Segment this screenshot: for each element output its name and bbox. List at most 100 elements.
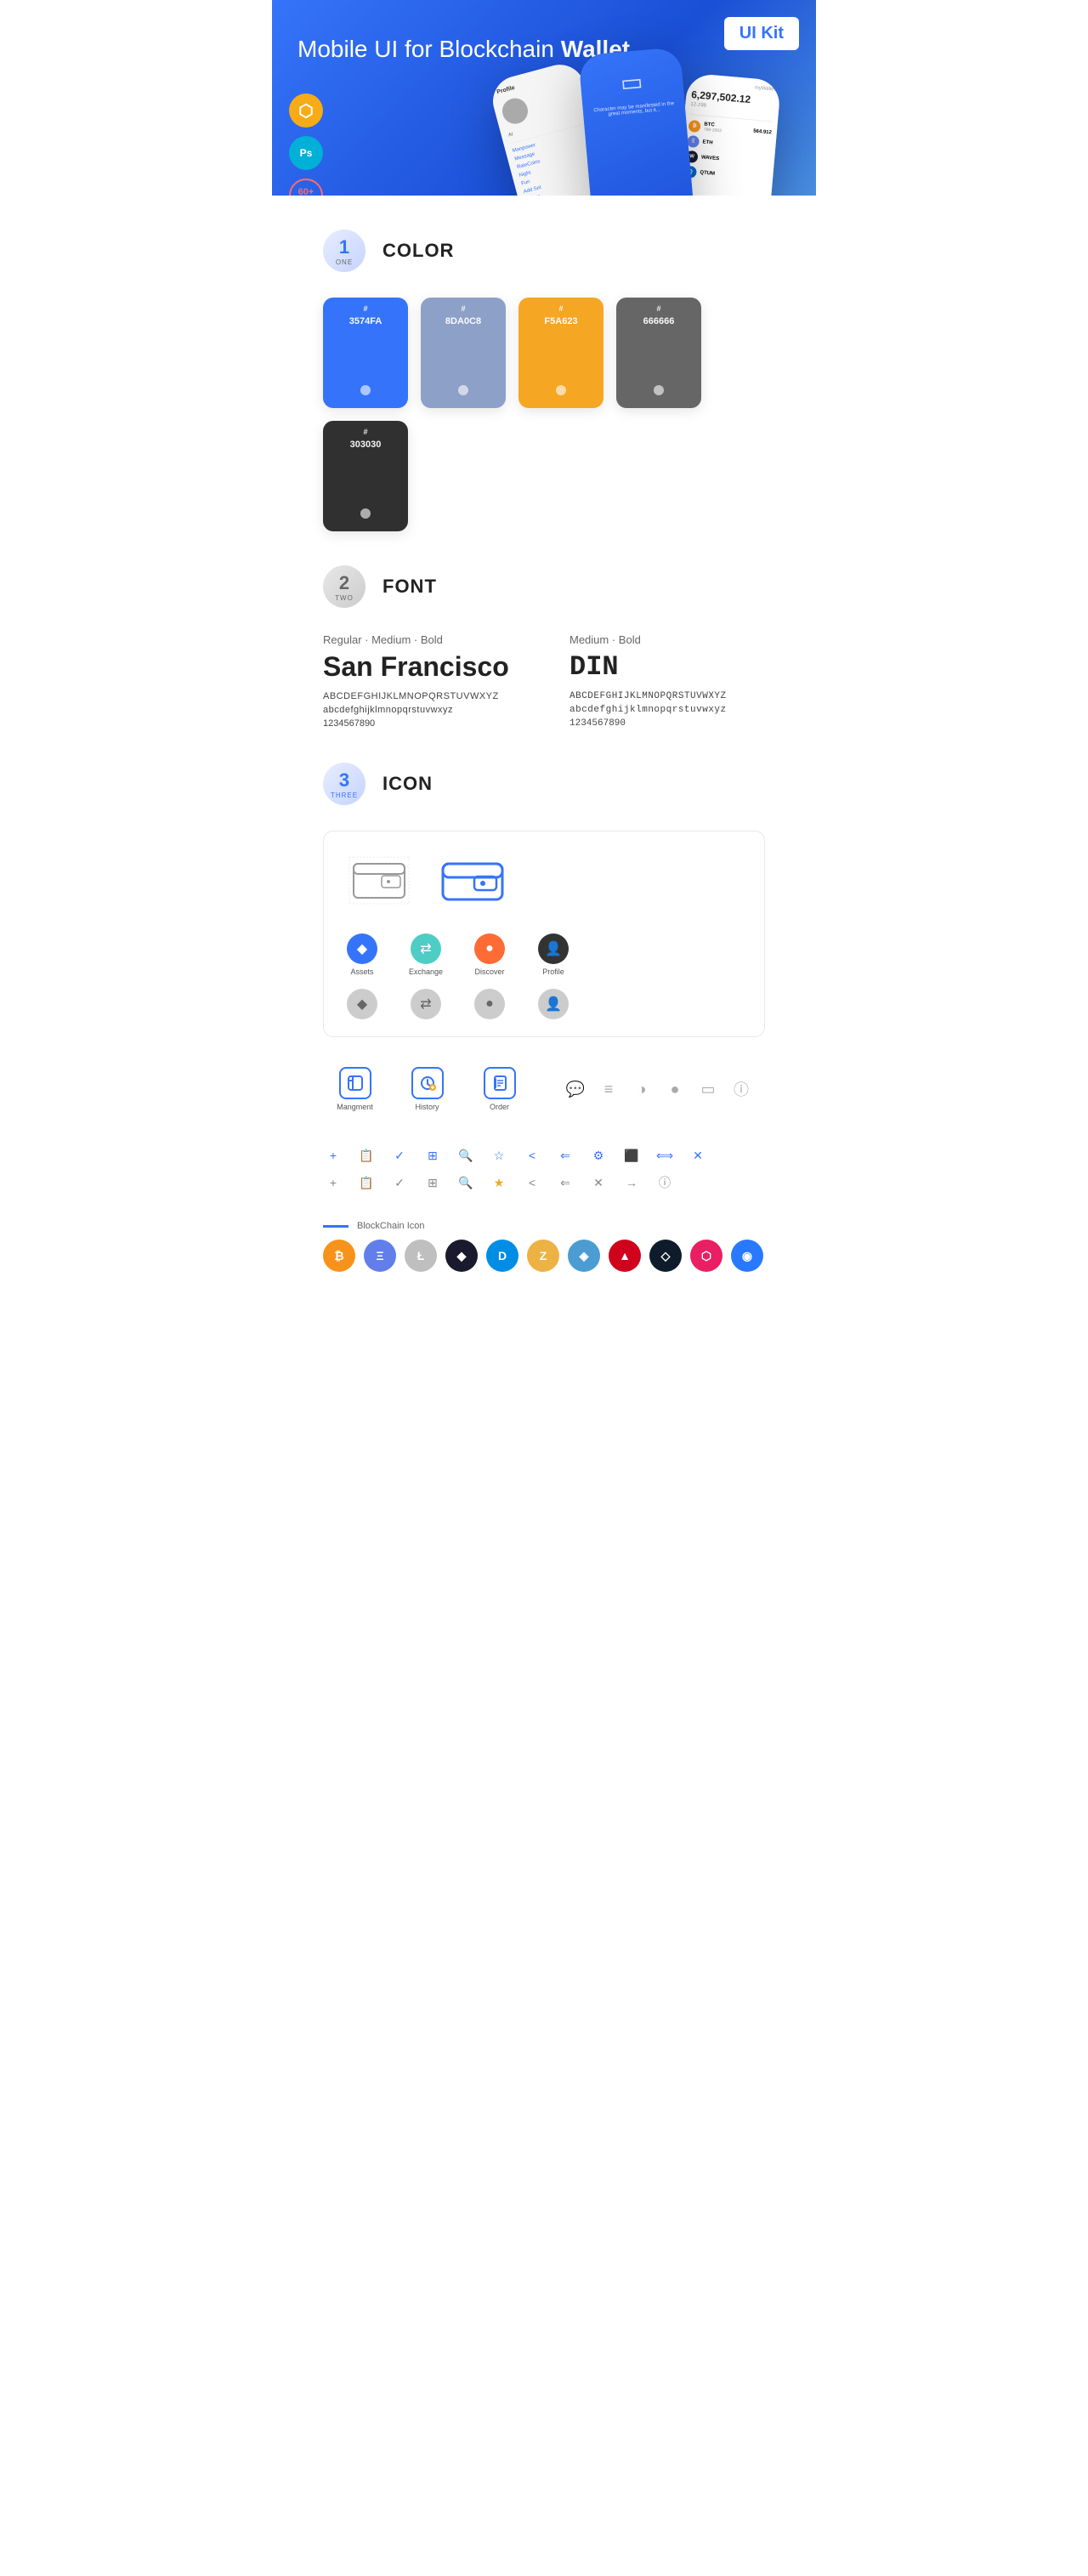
- ui-kit-badge: UI Kit: [724, 17, 799, 50]
- box-icon: ⬛: [621, 1145, 642, 1166]
- info-icon: ⓘ: [731, 1079, 751, 1099]
- phones-area: Profile AI Manpower Message RateCoins Ni…: [510, 51, 816, 196]
- history-icon-item: History: [404, 1067, 450, 1111]
- nav-icons-group: ◆ Assets ⇄ Exchange ● Discover 👤 Profile: [341, 933, 575, 1019]
- blockchain-label-row: BlockChain Icon: [323, 1221, 765, 1231]
- circle-icon: ●: [665, 1079, 685, 1099]
- exchange-icon: ⇄: [411, 933, 441, 964]
- management-icon: [339, 1067, 371, 1099]
- clipboard-icon: 📋: [356, 1145, 377, 1166]
- profile-icon-gray: 👤: [538, 989, 569, 1019]
- discover-icon-gray: ●: [474, 989, 505, 1019]
- ethereum-icon: Ξ: [364, 1240, 396, 1272]
- color-swatches: # 3574FA # 8DA0C8 # F5A623 # 666666 # 30…: [323, 298, 765, 531]
- action-icons-section: + 📋 ✓ ⊞ 🔍 ☆ < ⇐ ⚙ ⬛ ⟺ ✕ + 📋 ✓ ⊞ 🔍 ★ < ⇐ …: [323, 1141, 765, 1204]
- swap-icon: ⟺: [654, 1145, 675, 1166]
- settings-icon: ⚙: [588, 1145, 609, 1166]
- assets-icon-gray: ◆: [347, 989, 377, 1019]
- action-icons-blue-row: + 📋 ✓ ⊞ 🔍 ☆ < ⇐ ⚙ ⬛ ⟺ ✕: [323, 1145, 765, 1166]
- iota-icon: ◈: [568, 1240, 600, 1272]
- ankr-icon: ◉: [731, 1240, 763, 1272]
- color-section-title: COLOR: [382, 240, 454, 262]
- section-number-3: 3 THREE: [323, 763, 366, 805]
- nav-icon-discover-gray: ●: [468, 989, 511, 1019]
- zcash-icon: Z: [527, 1240, 559, 1272]
- misc-icons-row: 💬 ≡ ◑ ● ▭ ⓘ: [565, 1067, 751, 1111]
- phone-center: ▭ Character may be manifested in the gre…: [578, 47, 697, 196]
- icon-grid-main: ◆ Assets ⇄ Exchange ● Discover 👤 Profile: [323, 831, 765, 1037]
- star-icon: ☆: [489, 1145, 509, 1166]
- swatch-blue: # 3574FA: [323, 298, 408, 408]
- wallet-solid-icon: [434, 848, 511, 916]
- sketch-badge: ⬡: [289, 94, 323, 128]
- profile-icon: 👤: [538, 933, 569, 964]
- nav-icon-assets-gray: ◆: [341, 989, 383, 1019]
- share-icon: ⇐: [555, 1145, 575, 1166]
- font-section: Regular · Medium · Bold San Francisco AB…: [323, 633, 765, 729]
- chat-icon: 💬: [565, 1079, 586, 1099]
- swatch-gray: # 666666: [616, 298, 701, 408]
- crypto-icons-row: ₿ Ξ Ł ◆ D Z ◈ ▲ ◇ ⬡ ◉: [323, 1240, 765, 1272]
- blockchain-section: BlockChain Icon ₿ Ξ Ł ◆ D Z ◈ ▲ ◇ ⬡ ◉: [323, 1221, 765, 1272]
- nav-icon-assets: ◆ Assets: [341, 933, 383, 976]
- matic-icon: ⬡: [690, 1240, 722, 1272]
- screens-badge: 60+ Screens: [289, 179, 323, 196]
- info-circle-icon-gray: ⓘ: [654, 1172, 675, 1193]
- app-icons-row: Mangment History: [323, 1054, 765, 1124]
- wallet-wireframe-icon: [341, 848, 417, 916]
- back-icon: <: [522, 1145, 542, 1166]
- bitcoin-icon: ₿: [323, 1240, 355, 1272]
- order-icon: [484, 1067, 516, 1099]
- grid-icon: ⊞: [422, 1145, 443, 1166]
- blockchain-line: [323, 1225, 348, 1228]
- order-icon-item: Order: [476, 1067, 523, 1111]
- nav-icon-exchange-gray: ⇄: [405, 989, 447, 1019]
- search-icon-gray: 🔍: [456, 1172, 476, 1193]
- close-x-icon-gray: ✕: [588, 1172, 609, 1193]
- discover-icon: ●: [474, 933, 505, 964]
- section-number-1: 1 ONE: [323, 230, 366, 272]
- forward-icon-gray: →: [621, 1172, 642, 1193]
- font-section-title: FONT: [382, 576, 437, 598]
- star-filled-icon: ★: [489, 1172, 509, 1193]
- swatch-dark: # 303030: [323, 421, 408, 531]
- search-icon: 🔍: [456, 1145, 476, 1166]
- add-icon-gray: +: [323, 1172, 343, 1193]
- action-icons-gray-row: + 📋 ✓ ⊞ 🔍 ★ < ⇐ ✕ → ⓘ: [323, 1172, 765, 1193]
- main-content: 1 ONE COLOR # 3574FA # 8DA0C8 # F5A623 #…: [272, 196, 816, 1306]
- moon-icon: ◑: [632, 1079, 652, 1099]
- share-icon-gray: ⇐: [555, 1172, 575, 1193]
- history-icon: [411, 1067, 444, 1099]
- hero-section: Mobile UI for Blockchain Wallet UI Kit ⬡…: [272, 0, 816, 196]
- hero-badges: ⬡ Ps 60+ Screens: [289, 94, 323, 196]
- dash-icon: D: [486, 1240, 518, 1272]
- nav-icon-profile: 👤 Profile: [532, 933, 575, 976]
- management-icon-item: Mangment: [332, 1067, 378, 1111]
- font-block-sf: Regular · Medium · Bold San Francisco AB…: [323, 633, 518, 729]
- swatch-gray-blue: # 8DA0C8: [421, 298, 506, 408]
- grid-icon-gray: ⊞: [422, 1172, 443, 1193]
- font-section-header: 2 TWO FONT: [323, 565, 765, 608]
- check-icon: ✓: [389, 1145, 410, 1166]
- icon-section-header: 3 THREE ICON: [323, 763, 765, 805]
- section-number-2: 2 TWO: [323, 565, 366, 608]
- layers-icon: ≡: [598, 1079, 619, 1099]
- ps-badge: Ps: [289, 136, 323, 170]
- add-icon: +: [323, 1145, 343, 1166]
- assets-icon: ◆: [347, 933, 377, 964]
- message-icon: ▭: [698, 1079, 718, 1099]
- font-block-din: Medium · Bold DIN ABCDEFGHIJKLMNOPQRSTUV…: [570, 633, 765, 729]
- check-icon-gray: ✓: [389, 1172, 410, 1193]
- close-icon: ✕: [688, 1145, 708, 1166]
- color-section-header: 1 ONE COLOR: [323, 230, 765, 272]
- icon-section-title: ICON: [382, 773, 433, 795]
- waves-icon: ◇: [649, 1240, 682, 1272]
- nav-icon-discover: ● Discover: [468, 933, 511, 976]
- swatch-orange: # F5A623: [518, 298, 604, 408]
- clipboard-icon-gray: 📋: [356, 1172, 377, 1193]
- nav-icon-profile-gray: 👤: [532, 989, 575, 1019]
- back-icon-gray: <: [522, 1172, 542, 1193]
- nav-icon-exchange: ⇄ Exchange: [405, 933, 447, 976]
- blackcoin-icon: ◆: [445, 1240, 478, 1272]
- exchange-icon-gray: ⇄: [411, 989, 441, 1019]
